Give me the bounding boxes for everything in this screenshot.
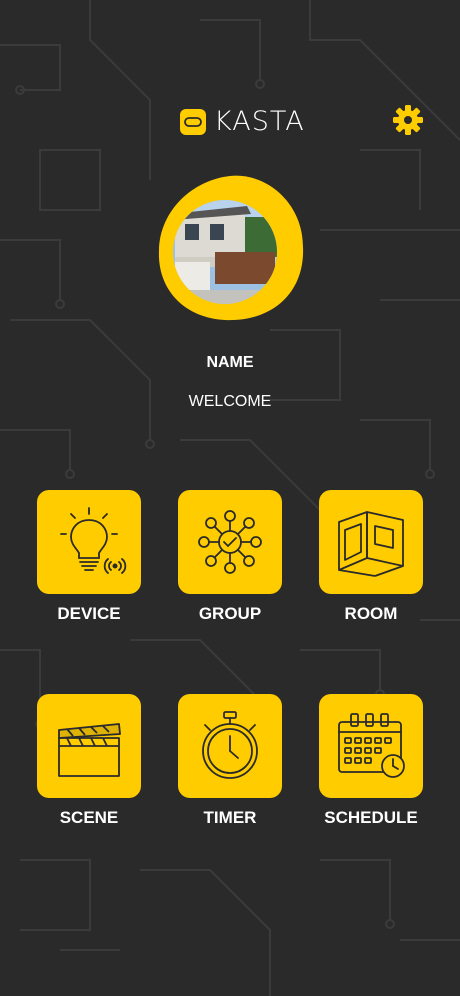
scene-label: SCENE (59, 808, 119, 827)
calendar-clock-icon (338, 713, 405, 778)
scene-tile-box[interactable] (37, 694, 141, 798)
welcome-text: WELCOME (188, 393, 272, 410)
timer-label: TIMER (203, 808, 257, 827)
room-tile[interactable]: ROOM (319, 490, 423, 624)
room-tile-box[interactable] (319, 490, 423, 594)
device-tile[interactable]: DEVICE (37, 490, 141, 624)
room-cube-icon (338, 511, 404, 577)
group-label: GROUP (198, 604, 262, 623)
app-header: KASTA (0, 100, 460, 144)
brand-name: KASTA (214, 106, 305, 137)
scene-tile[interactable]: SCENE (37, 694, 141, 828)
clapperboard-icon (58, 723, 121, 777)
schedule-tile-box[interactable] (319, 694, 423, 798)
room-label: ROOM (344, 604, 398, 623)
stopwatch-icon (202, 711, 258, 779)
app-logo: KASTA (180, 106, 305, 137)
group-tile-box[interactable] (178, 490, 282, 594)
schedule-tile[interactable]: SCHEDULE (319, 694, 423, 828)
network-hub-icon (198, 510, 262, 574)
group-tile[interactable]: GROUP (178, 490, 282, 624)
timer-tile-box[interactable] (178, 694, 282, 798)
profile-name: NAME (206, 354, 254, 371)
lightbulb-icon (60, 507, 127, 574)
infinity-link-icon (180, 108, 206, 135)
gear-icon[interactable] (392, 104, 424, 136)
device-label: DEVICE (57, 604, 121, 623)
schedule-label: SCHEDULE (324, 808, 418, 827)
device-tile-box[interactable] (37, 490, 141, 594)
profile-avatar[interactable] (155, 172, 305, 322)
timer-tile[interactable]: TIMER (178, 694, 282, 828)
